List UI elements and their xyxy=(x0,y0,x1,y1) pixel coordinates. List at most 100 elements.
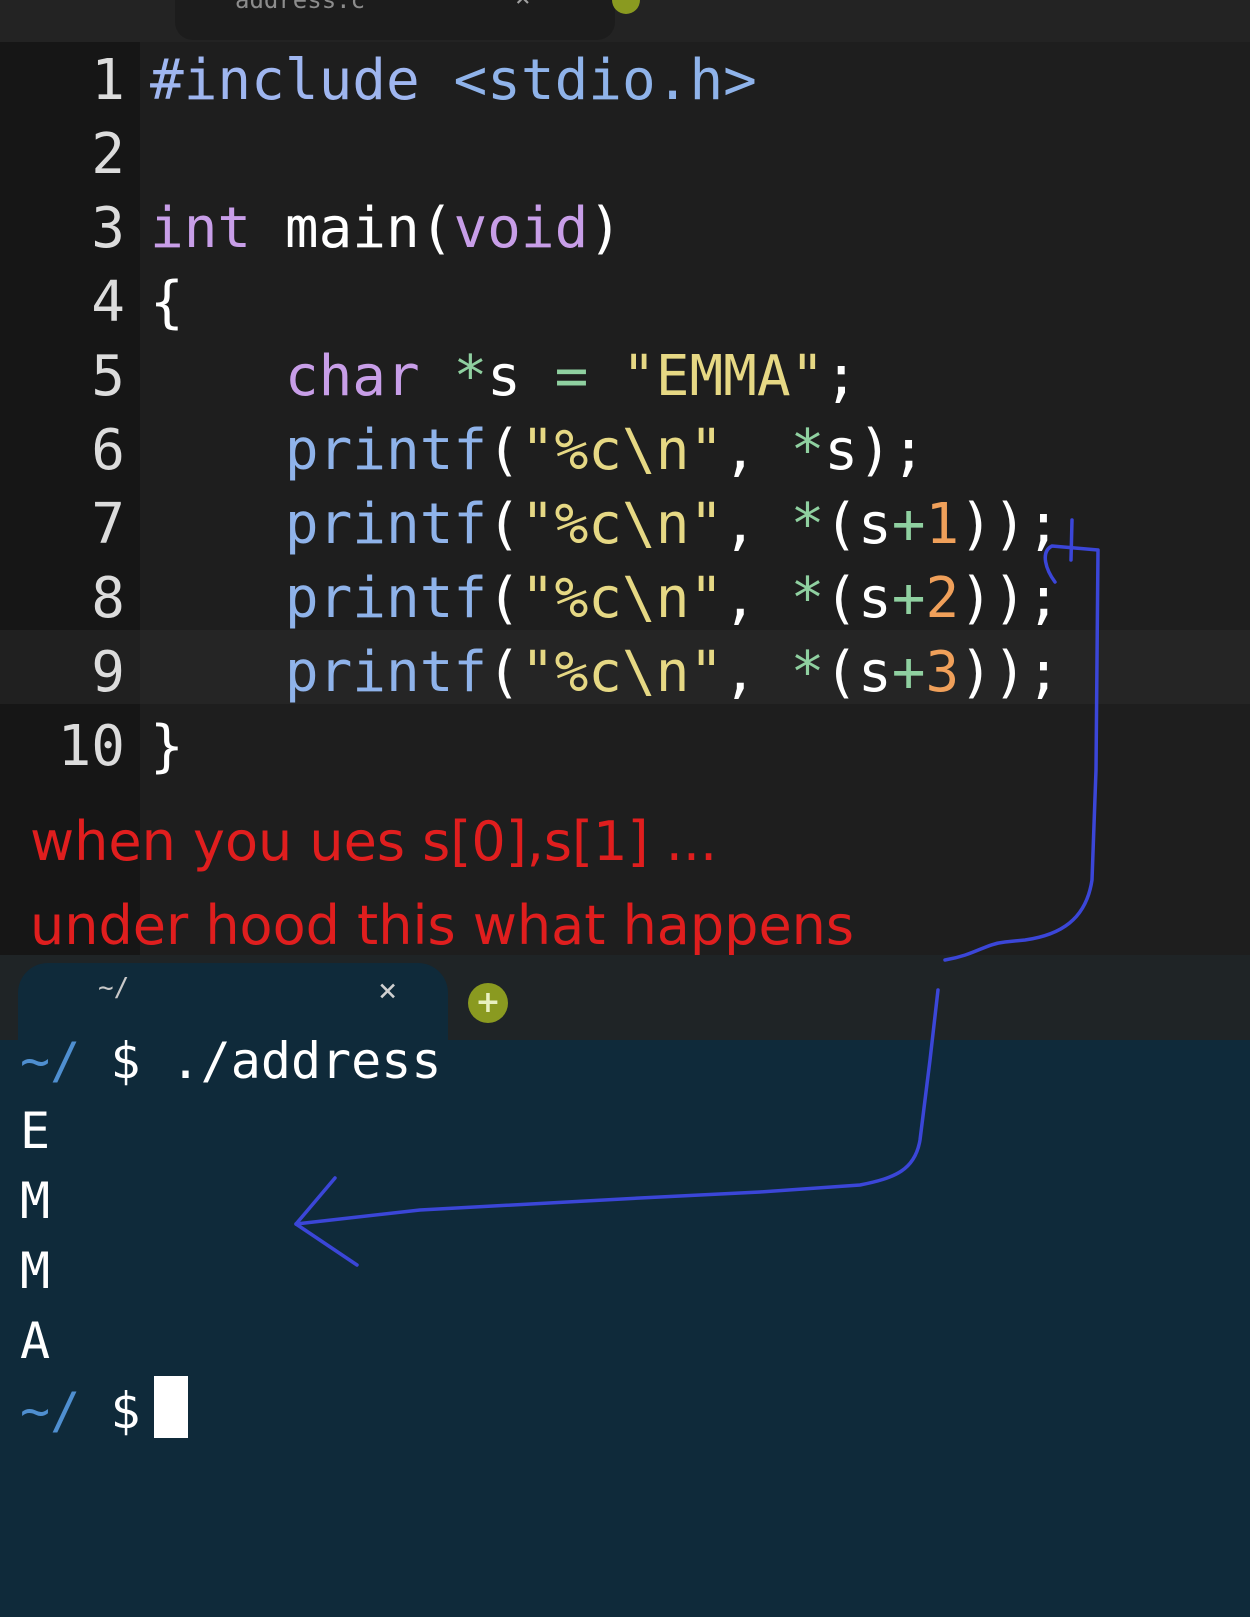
code-token: + xyxy=(891,566,926,631)
code-token: * xyxy=(790,418,825,483)
code-token: )); xyxy=(959,492,1061,557)
code-token: , xyxy=(723,492,791,557)
line-number: 3 xyxy=(91,196,125,261)
code-token: 1 xyxy=(925,492,960,557)
terminal-command-line: ~/ $ ./address xyxy=(20,1025,441,1097)
code-token: (s xyxy=(824,640,892,705)
code-line: 1 #include <stdio.h> xyxy=(0,44,1250,118)
code-token: "%c\n" xyxy=(520,492,724,557)
code-token: s); xyxy=(824,418,926,483)
terminal-cursor xyxy=(154,1376,189,1438)
code-token: "%c\n" xyxy=(520,418,724,483)
code-line: 10} xyxy=(0,710,1250,784)
line-number: 2 xyxy=(91,122,125,187)
code-line: 7 printf("%c\n", *(s+1)); xyxy=(0,488,1250,562)
code-token: (s xyxy=(824,566,892,631)
code-token: , xyxy=(723,418,791,483)
code-token: 3 xyxy=(925,640,960,705)
prompt-sign: $ xyxy=(110,1032,141,1090)
code-line: 5 char *s = "EMMA"; xyxy=(0,340,1250,414)
code-content: int main(void) xyxy=(150,192,622,266)
code-line: 3 int main(void) xyxy=(0,192,1250,266)
code-content: printf("%c\n", *(s+2)); xyxy=(150,562,1061,636)
editor-new-tab-button[interactable] xyxy=(612,0,640,14)
code-token: } xyxy=(150,714,184,779)
code-token: "%c\n" xyxy=(520,640,724,705)
line-number: 4 xyxy=(91,270,125,335)
terminal-output-line: E xyxy=(20,1102,51,1160)
terminal-command: ./address xyxy=(170,1032,442,1090)
code-token: )); xyxy=(959,640,1061,705)
code-token: ( xyxy=(487,640,521,705)
line-number: 5 xyxy=(91,344,125,409)
editor-tab-close-icon[interactable]: × xyxy=(515,0,531,11)
code-token: * xyxy=(453,344,488,409)
line-number: 6 xyxy=(91,418,125,483)
prompt-directory: ~/ xyxy=(20,1032,81,1090)
code-line: 4{ xyxy=(0,266,1250,340)
code-line: 8 printf("%c\n", *(s+2)); xyxy=(0,562,1250,636)
line-number: 8 xyxy=(91,566,125,631)
code-token: printf xyxy=(284,640,488,705)
code-token: int xyxy=(150,196,252,261)
terminal-output-line: M xyxy=(20,1242,51,1300)
code-token: s xyxy=(487,344,555,409)
editor-tab-title: address.c xyxy=(235,0,366,14)
add-terminal-tab-icon[interactable]: + xyxy=(468,983,508,1023)
code-content: char *s = "EMMA"; xyxy=(150,340,858,414)
code-token: , xyxy=(723,566,791,631)
code-token: void xyxy=(453,196,589,261)
annotation-text: when you ues s[0],s[1] ... under hood thi… xyxy=(30,800,854,968)
code-content: printf("%c\n", *s); xyxy=(150,414,926,488)
code-token: ( xyxy=(487,418,521,483)
code-token: #include xyxy=(150,48,454,113)
code-line: 6 printf("%c\n", *s); xyxy=(0,414,1250,488)
code-token: ( xyxy=(487,566,521,631)
code-content: { xyxy=(150,266,184,340)
code-token: ; xyxy=(824,344,859,409)
line-number: 10 xyxy=(57,714,125,779)
code-token: , xyxy=(723,640,791,705)
editor-tab-bar: address.c × xyxy=(0,0,1250,42)
code-token: { xyxy=(150,270,184,335)
terminal-tab-title: ~/ xyxy=(98,973,130,1003)
terminal-tab-close-icon[interactable]: × xyxy=(378,971,397,1009)
code-content: #include <stdio.h> xyxy=(150,44,757,118)
code-token: printf xyxy=(284,566,488,631)
code-token: (s xyxy=(824,492,892,557)
line-number: 9 xyxy=(91,640,125,705)
annotation-line-1: when you ues s[0],s[1] ... xyxy=(30,810,718,873)
code-token: * xyxy=(790,640,825,705)
code-token: = xyxy=(554,344,589,409)
code-token: 2 xyxy=(925,566,960,631)
code-token: )); xyxy=(959,566,1061,631)
terminal-panel[interactable]: ~/ × + ~/ $ ./address E M M A ~/ $ xyxy=(0,955,1250,1617)
prompt-directory: ~/ xyxy=(20,1382,81,1440)
code-token: * xyxy=(790,566,825,631)
line-number: 1 xyxy=(91,48,125,113)
code-token: "%c\n" xyxy=(520,566,724,631)
code-content: printf("%c\n", *(s+1)); xyxy=(150,488,1061,562)
terminal-output-line: A xyxy=(20,1312,51,1370)
code-token: main( xyxy=(251,196,454,261)
code-token: char xyxy=(284,344,420,409)
code-token: <stdio.h> xyxy=(453,48,757,113)
code-token: ( xyxy=(487,492,521,557)
code-token: ) xyxy=(588,196,623,261)
editor-tab-address[interactable]: address.c × xyxy=(175,0,615,40)
code-content: printf("%c\n", *(s+3)); xyxy=(150,636,1061,710)
line-number: 7 xyxy=(91,492,125,557)
prompt-sign: $ xyxy=(110,1382,141,1440)
code-line: 2 xyxy=(0,118,1250,192)
code-token: printf xyxy=(284,492,488,557)
code-line: 9 printf("%c\n", *(s+3)); xyxy=(0,636,1250,710)
code-token: + xyxy=(891,492,926,557)
terminal-prompt-line[interactable]: ~/ $ xyxy=(20,1375,189,1447)
code-token: "EMMA" xyxy=(622,344,825,409)
